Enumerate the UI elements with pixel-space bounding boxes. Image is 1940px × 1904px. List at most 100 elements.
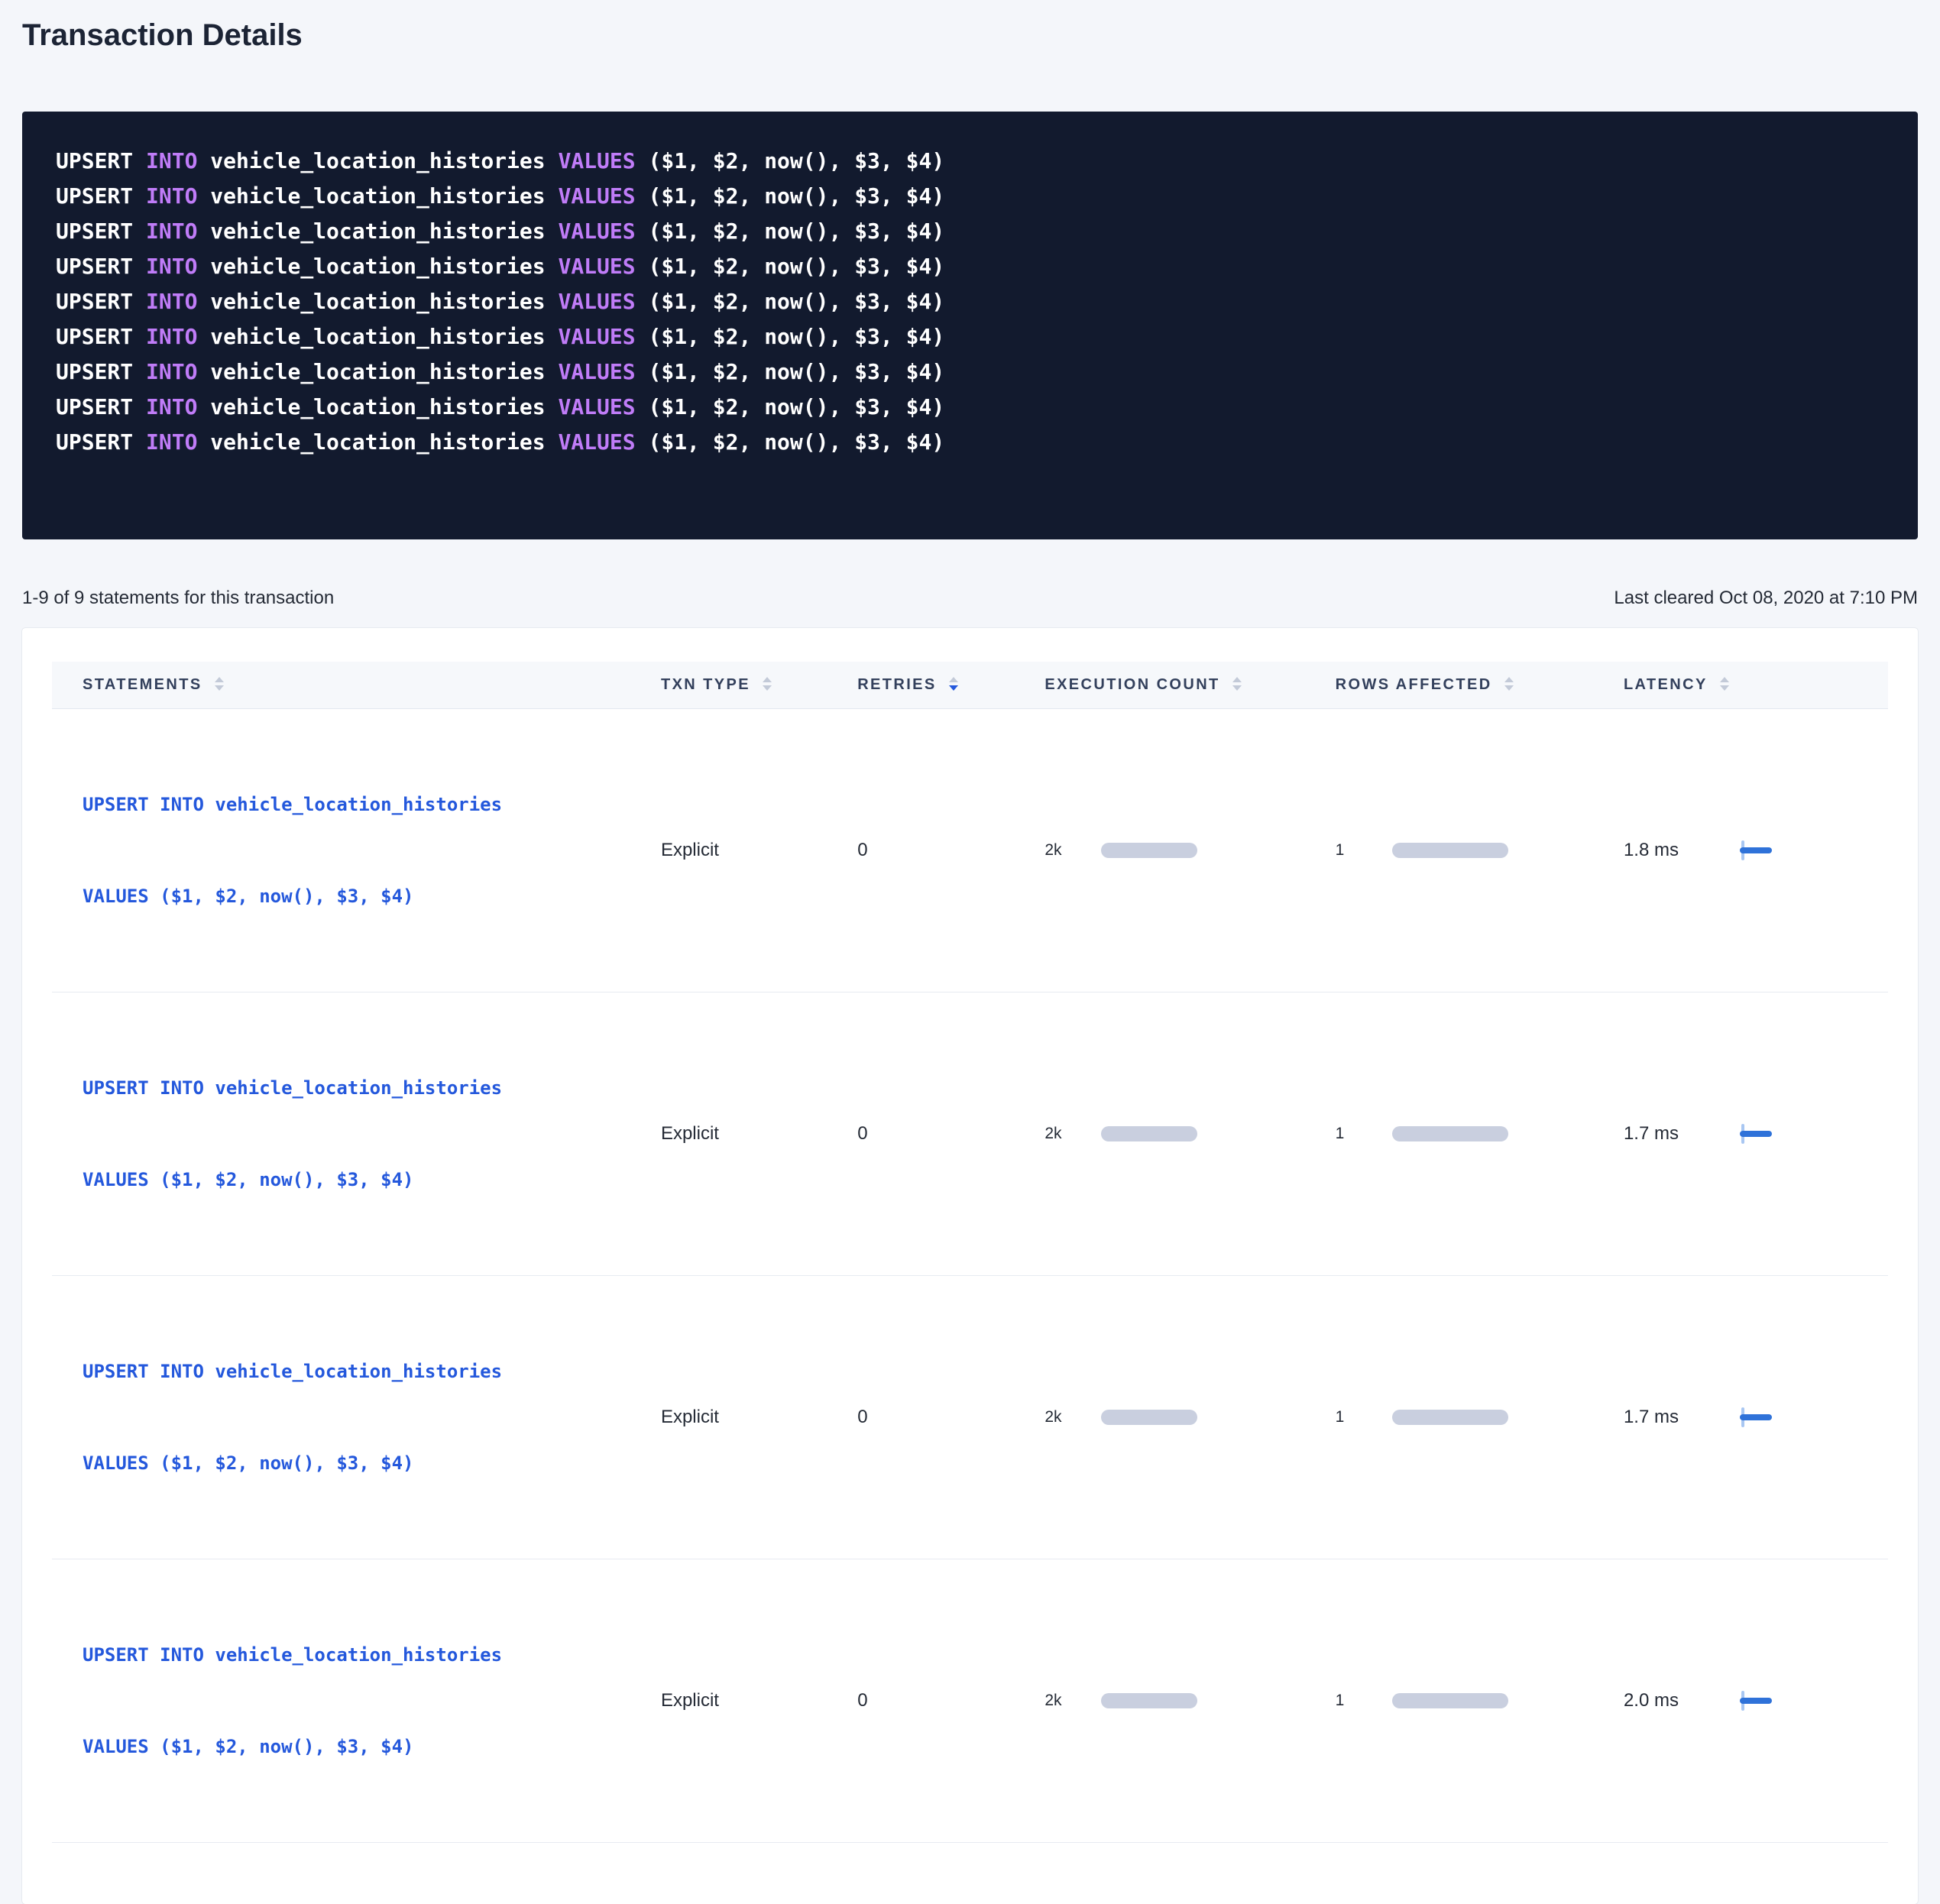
rows-affected-bar [1392,1693,1508,1708]
txn-type-cell: Explicit [661,1559,857,1843]
execution-count-value: 2k [1044,841,1081,860]
execution-count-bar [1101,1410,1197,1425]
column-label: STATEMENTS [83,676,202,693]
sql-keyword: INTO [146,219,197,244]
statement-row: UPSERT INTO vehicle_location_histories V… [52,1276,1888,1559]
sql-statement-line: UPSERT INTO vehicle_location_histories V… [56,284,1884,319]
sort-icon[interactable] [1504,677,1514,691]
execution-count-value: 2k [1044,1125,1081,1143]
retries-cell: 0 [857,992,1044,1276]
rows-affected-bar [1392,1126,1508,1141]
column-label: LATENCY [1624,676,1708,693]
statement-link-line1: UPSERT INTO vehicle_location_histories [83,1356,661,1387]
latency-bar [1740,1131,1772,1137]
sql-statement-line: UPSERT INTO vehicle_location_histories V… [56,249,1884,284]
table-header-row: STATEMENTS TXN TYPE RETRIES EXECUTION COUNT… [52,662,1888,709]
statements-count-summary: 1-9 of 9 statements for this transaction [22,587,334,610]
sort-icon[interactable] [1720,677,1729,691]
execution-count-cell: 2k [1044,709,1335,992]
statement-link-line1: UPSERT INTO vehicle_location_histories [83,1640,661,1670]
statement-row: UPSERT INTO vehicle_location_histories V… [52,1559,1888,1843]
statements-table: STATEMENTS TXN TYPE RETRIES EXECUTION COUNT… [52,662,1888,1843]
sql-keyword: VALUES [558,254,635,279]
execution-count-bar [1101,843,1197,858]
sort-icon[interactable] [763,677,772,691]
latency-cell: 2.0 ms [1624,1559,1888,1843]
column-header-latency[interactable]: LATENCY [1624,662,1888,709]
sort-icon[interactable] [1232,677,1242,691]
sort-icon[interactable] [215,677,224,691]
retries-value: 0 [857,840,867,860]
execution-count-value: 2k [1044,1692,1081,1710]
column-header-retries[interactable]: RETRIES [857,662,1044,709]
sql-keyword: VALUES [558,324,635,349]
column-label: RETRIES [857,676,936,693]
column-header-rows-affected[interactable]: ROWS AFFECTED [1336,662,1624,709]
rows-affected-value: 1 [1336,1125,1372,1143]
statement-link-line1: UPSERT INTO vehicle_location_histories [83,789,661,820]
execution-count-cell: 2k [1044,992,1335,1276]
txn-type-cell: Explicit [661,1276,857,1559]
column-label: TXN TYPE [661,676,750,693]
txn-type-value: Explicit [661,1407,719,1427]
sql-keyword: INTO [146,324,197,349]
latency-value: 1.7 ms [1624,1123,1685,1145]
txn-type-value: Explicit [661,840,719,860]
statement-link-line2: VALUES ($1, $2, now(), $3, $4) [83,881,661,912]
last-cleared-timestamp: Last cleared Oct 08, 2020 at 7:10 PM [1614,587,1918,610]
sql-keyword: INTO [146,429,197,455]
retries-value: 0 [857,1123,867,1144]
sql-keyword: VALUES [558,289,635,314]
statement-link[interactable]: UPSERT INTO vehicle_location_histories V… [83,1579,661,1823]
sql-keyword: VALUES [558,394,635,419]
sql-statement-line: UPSERT INTO vehicle_location_histories V… [56,179,1884,214]
latency-bar-chart [1740,1406,1795,1429]
statement-row: UPSERT INTO vehicle_location_histories V… [52,992,1888,1276]
latency-bar [1740,1414,1772,1420]
latency-bar-chart [1740,1689,1795,1712]
latency-cell: 1.7 ms [1624,992,1888,1276]
statement-cell: UPSERT INTO vehicle_location_histories V… [52,1559,661,1843]
column-header-execution-count[interactable]: EXECUTION COUNT [1044,662,1335,709]
page-title: Transaction Details [22,0,1918,55]
column-header-txn-type[interactable]: TXN TYPE [661,662,857,709]
sql-keyword: INTO [146,359,197,384]
table-meta-row: 1-9 of 9 statements for this transaction… [22,587,1918,610]
statement-link[interactable]: UPSERT INTO vehicle_location_histories V… [83,728,661,973]
statement-link[interactable]: UPSERT INTO vehicle_location_histories V… [83,1012,661,1256]
sql-keyword: VALUES [558,183,635,209]
sql-keyword: VALUES [558,359,635,384]
statement-row: UPSERT INTO vehicle_location_histories V… [52,709,1888,992]
sql-statement-line: UPSERT INTO vehicle_location_histories V… [56,390,1884,425]
statements-table-card: STATEMENTS TXN TYPE RETRIES EXECUTION COUNT… [22,628,1918,1904]
sort-icon[interactable] [949,677,958,691]
statement-link[interactable]: UPSERT INTO vehicle_location_histories V… [83,1295,661,1540]
latency-value: 1.8 ms [1624,840,1685,861]
latency-bar-chart [1740,1122,1795,1145]
sql-statement-line: UPSERT INTO vehicle_location_histories V… [56,214,1884,249]
rows-affected-cell: 1 [1336,1276,1624,1559]
column-label: ROWS AFFECTED [1336,676,1492,693]
rows-affected-bar [1392,1410,1508,1425]
latency-cell: 1.8 ms [1624,709,1888,992]
latency-bar [1740,1698,1772,1704]
sql-keyword: INTO [146,148,197,173]
execution-count-bar [1101,1693,1197,1708]
statement-link-line2: VALUES ($1, $2, now(), $3, $4) [83,1731,661,1762]
latency-bar-chart [1740,839,1795,862]
retries-value: 0 [857,1690,867,1711]
retries-cell: 0 [857,709,1044,992]
statement-cell: UPSERT INTO vehicle_location_histories V… [52,992,661,1276]
latency-value: 2.0 ms [1624,1690,1685,1711]
execution-count-value: 2k [1044,1408,1081,1426]
sql-statement-line: UPSERT INTO vehicle_location_histories V… [56,144,1884,179]
execution-count-cell: 2k [1044,1559,1335,1843]
txn-type-cell: Explicit [661,709,857,992]
column-header-statements[interactable]: STATEMENTS [52,662,661,709]
sql-keyword: VALUES [558,148,635,173]
statement-link-line1: UPSERT INTO vehicle_location_histories [83,1073,661,1103]
rows-affected-value: 1 [1336,1408,1372,1426]
rows-affected-value: 1 [1336,841,1372,860]
sql-keyword: INTO [146,394,197,419]
sql-statements-box: UPSERT INTO vehicle_location_histories V… [22,112,1918,539]
